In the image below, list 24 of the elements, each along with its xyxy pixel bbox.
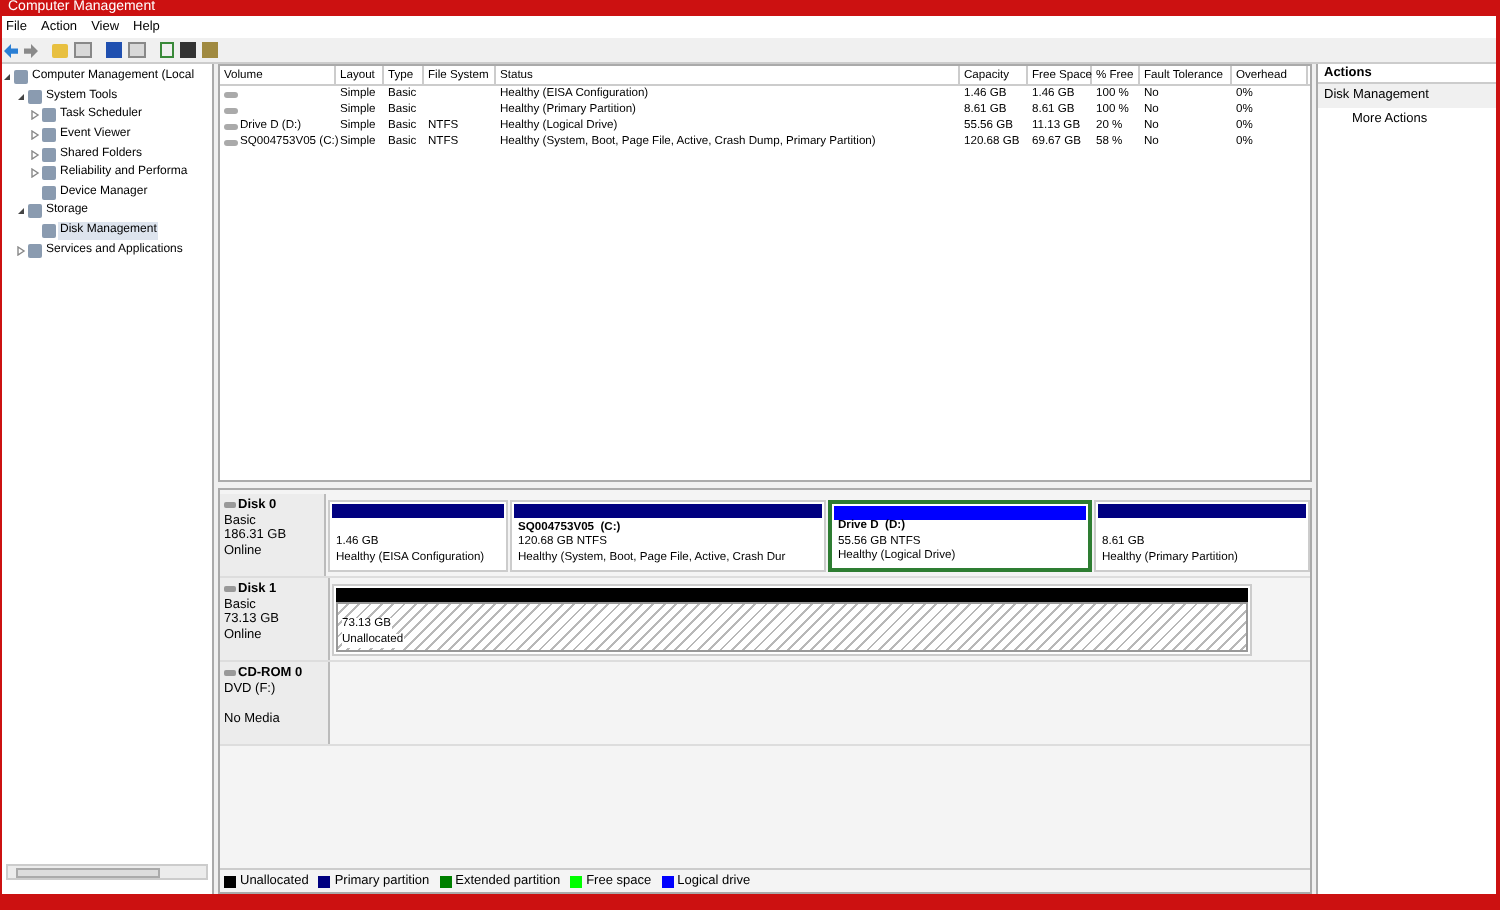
- tree-node-icon: [42, 147, 56, 162]
- expanded-arrow-icon[interactable]: [16, 91, 26, 102]
- collapsed-arrow-icon[interactable]: [30, 168, 40, 179]
- scroll-thumb[interactable]: [16, 867, 160, 877]
- tree-node-icon: [28, 89, 42, 104]
- collapsed-arrow-icon[interactable]: [16, 245, 26, 256]
- collapsed-arrow-icon[interactable]: [30, 110, 40, 121]
- tree-node-icon: [42, 108, 56, 123]
- panel-icon[interactable]: [128, 42, 146, 58]
- tree-node-icon: [42, 166, 56, 181]
- tree-node-icon: [42, 224, 56, 239]
- expanded-arrow-icon[interactable]: [2, 72, 12, 83]
- collapsed-arrow-icon[interactable]: [30, 149, 40, 160]
- tree-node-icon: [14, 70, 28, 85]
- forward-arrow-icon[interactable]: [24, 43, 38, 57]
- tree-node-icon: [28, 243, 42, 258]
- expanded-arrow-icon[interactable]: [16, 206, 26, 217]
- tree-node-icon: [28, 204, 42, 219]
- panel-icon[interactable]: [74, 42, 92, 58]
- tree-node-icon: [42, 128, 56, 143]
- horizontal-scrollbar[interactable]: [6, 864, 208, 880]
- collapsed-arrow-icon[interactable]: [30, 130, 40, 141]
- tree-node-icon: [42, 185, 56, 200]
- back-arrow-icon[interactable]: [4, 43, 18, 57]
